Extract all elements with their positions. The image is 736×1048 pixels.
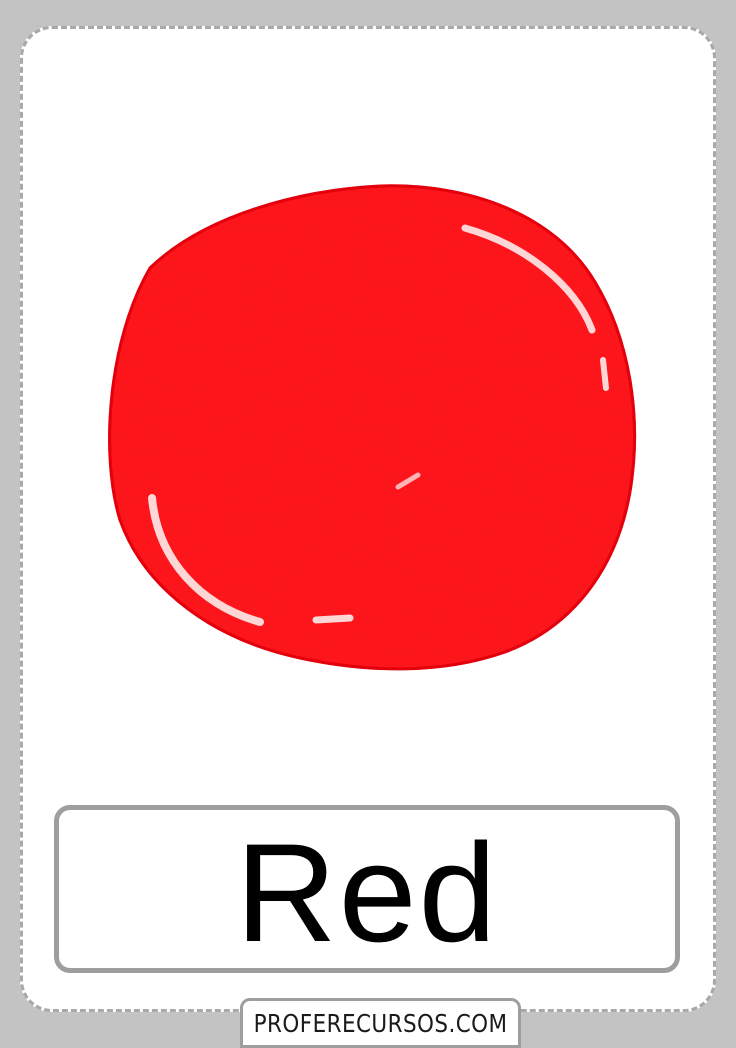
highlight-bottom-dot xyxy=(312,614,354,624)
word-label-box: Red xyxy=(54,805,680,973)
color-word: Red xyxy=(235,814,499,971)
website-label: PROFERECURSOS.COM xyxy=(253,1009,508,1038)
footer-tab: PROFERECURSOS.COM xyxy=(240,998,521,1048)
word-label: Red xyxy=(59,814,675,972)
red-blob-shape xyxy=(108,184,637,671)
highlight-right-dot xyxy=(600,357,609,391)
